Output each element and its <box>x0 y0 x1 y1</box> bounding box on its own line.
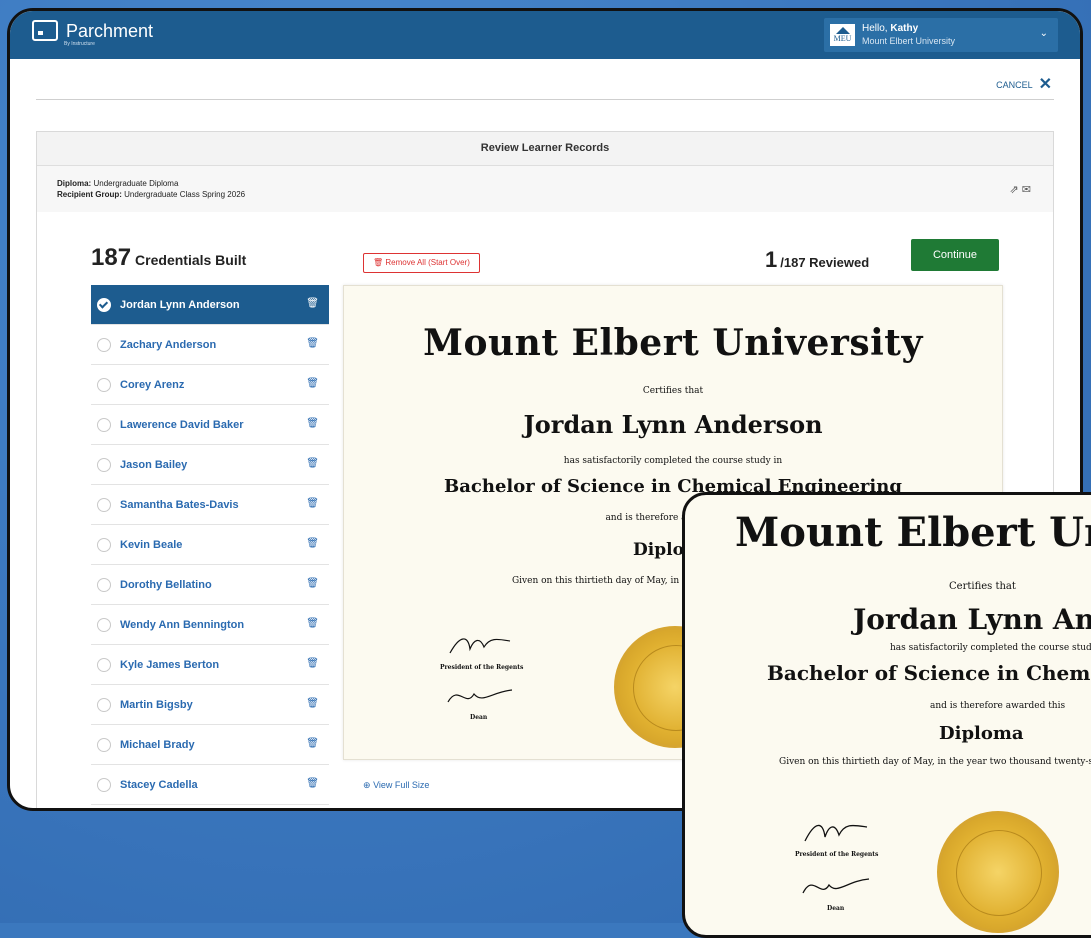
learner-name: Stacey Cadella <box>120 778 198 791</box>
zoom-icon: ⊕ <box>363 780 371 790</box>
learner-name: Kevin Beale <box>120 538 183 551</box>
zoom-completed: has satisfactorily completed the course … <box>890 643 1091 653</box>
learner-item[interactable]: Lawerence David Baker 🗑 <box>91 405 329 445</box>
zoom-given: Given on this thirtieth day of May, in t… <box>779 757 1091 767</box>
trash-icon[interactable]: 🗑 <box>306 418 319 429</box>
close-icon: ✕ <box>1038 76 1052 93</box>
trash-icon[interactable]: 🗑 <box>306 778 319 789</box>
trash-icon[interactable]: 🗑 <box>306 618 319 629</box>
dean-title: Dean <box>470 714 488 721</box>
radio-button[interactable] <box>97 577 111 592</box>
trash-icon[interactable]: 🗑 <box>306 458 319 469</box>
radio-button[interactable] <box>97 617 111 632</box>
reviewed-count: 1/187 Reviewed <box>765 247 870 272</box>
learner-name: Zachary Anderson <box>120 338 217 351</box>
trash-icon[interactable]: 🗑 <box>306 658 319 669</box>
radio-button[interactable] <box>97 537 111 552</box>
zoom-president-title: President of the Regents <box>795 851 879 858</box>
learner-item[interactable]: Jason Bailey 🗑 <box>91 445 329 485</box>
radio-button[interactable] <box>97 417 111 432</box>
learner-name: Wendy Ann Bennington <box>120 618 245 631</box>
radio-button[interactable] <box>97 377 111 392</box>
greeting: Hello, Kathy <box>862 23 919 34</box>
chevron-down-icon[interactable]: ⌄ <box>1040 28 1048 39</box>
zoom-type: Diploma <box>939 723 1024 744</box>
zoom-dean-signature <box>802 878 870 894</box>
continue-button[interactable]: Continue <box>911 239 999 271</box>
top-bar: Parchment By Instructure MEU Hello, Kath… <box>10 11 1080 59</box>
trash-icon[interactable]: 🗑 <box>306 738 319 749</box>
diploma-certifies: Certifies that <box>642 386 704 396</box>
learner-name: Michael Brady <box>120 738 195 751</box>
learner-name: Dorothy Bellatino <box>120 578 212 591</box>
trash-icon[interactable]: 🗑 <box>306 298 319 309</box>
radio-button[interactable] <box>97 337 111 352</box>
credential-meta: Diploma: Undergraduate Diploma Recipient… <box>37 166 1053 212</box>
learner-item[interactable]: Zachary Anderson 🗑 <box>91 325 329 365</box>
checkmark-icon[interactable] <box>97 297 111 312</box>
learner-name: Martin Bigsby <box>120 698 193 711</box>
learner-item[interactable]: Kyle James Berton 🗑 <box>91 645 329 685</box>
learner-name: Kyle James Berton <box>120 658 220 671</box>
learner-item[interactable]: Michael Brady 🗑 <box>91 725 329 765</box>
user-university: Mount Elbert University <box>862 36 956 46</box>
panel-title: Review Learner Records <box>37 132 1053 166</box>
learner-item[interactable]: Corey Arenz 🗑 <box>91 365 329 405</box>
zoom-president-signature <box>804 824 868 842</box>
mail-icon[interactable]: ✉ <box>1022 184 1031 196</box>
radio-button[interactable] <box>97 657 111 672</box>
brand-name: Parchment <box>66 20 154 41</box>
learner-name: Corey Arenz <box>120 378 185 391</box>
radio-button[interactable] <box>97 457 111 472</box>
president-title: President of the Regents <box>440 664 524 671</box>
president-signature <box>449 638 511 654</box>
parchment-logo[interactable]: Parchment By Instructure <box>32 20 154 47</box>
zoom-degree: Bachelor of Science in Chemical Engineer… <box>767 661 1091 685</box>
learner-name: Lawerence David Baker <box>120 418 244 431</box>
diploma-recipient: Jordan Lynn Anderson <box>523 410 823 439</box>
learner-item[interactable]: Wendy Ann Bennington 🗑 <box>91 605 329 645</box>
trash-icon: 🗑 <box>373 258 384 267</box>
learner-item[interactable]: Samantha Bates-Davis 🗑 <box>91 485 329 525</box>
learner-item[interactable]: Martin Bigsby 🗑 <box>91 685 329 725</box>
radio-button[interactable] <box>97 777 111 792</box>
learner-item[interactable]: Kevin Beale 🗑 <box>91 525 329 565</box>
brand-sub: By Instructure <box>64 41 95 47</box>
zoom-awarded: and is therefore awarded this <box>930 701 1066 711</box>
credentials-built: 187 Credentials Built <box>91 244 247 271</box>
remove-all-button[interactable]: 🗑 Remove All (Start Over) <box>363 253 480 273</box>
radio-button[interactable] <box>97 697 111 712</box>
zoom-certifies: Certifies that <box>949 581 1016 592</box>
diploma-zoom-overlay: Mount Elbert University Certifies that J… <box>682 492 1091 938</box>
radio-button[interactable] <box>97 497 111 512</box>
learner-item[interactable]: Stacey Cadella 🗑 <box>91 765 329 805</box>
cancel-button[interactable]: CANCEL ✕ <box>996 76 1052 93</box>
zoom-dean-title: Dean <box>827 905 845 912</box>
divider <box>36 99 1054 100</box>
learner-item[interactable]: Dorothy Bellatino 🗑 <box>91 565 329 605</box>
trash-icon[interactable]: 🗑 <box>306 538 319 549</box>
zoom-institution: Mount Elbert University <box>735 509 1091 556</box>
zoom-recipient: Jordan Lynn Anderson <box>853 603 1091 636</box>
zoom-university-seal <box>937 811 1059 933</box>
share-icon[interactable]: ⇗ <box>1010 184 1019 196</box>
learner-name: Jordan Lynn Anderson <box>120 298 240 311</box>
university-avatar: MEU <box>830 24 855 46</box>
trash-icon[interactable]: 🗑 <box>306 578 319 589</box>
radio-button[interactable] <box>97 737 111 752</box>
diploma-completed: has satisfactorily completed the course … <box>563 456 783 466</box>
trash-icon[interactable]: 🗑 <box>306 698 319 709</box>
dean-signature <box>447 689 513 703</box>
learner-list: Jordan Lynn Anderson 🗑 Zachary Anderson 🗑 Co… <box>91 285 329 805</box>
view-full-size-link[interactable]: ⊕ View Full Size <box>363 780 429 791</box>
user-menu[interactable]: MEU Hello, Kathy Mount Elbert University… <box>824 18 1058 52</box>
learner-name: Samantha Bates-Davis <box>120 498 239 511</box>
trash-icon[interactable]: 🗑 <box>306 338 319 349</box>
trash-icon[interactable]: 🗑 <box>306 378 319 389</box>
learner-name: Jason Bailey <box>120 458 188 471</box>
trash-icon[interactable]: 🗑 <box>306 498 319 509</box>
learner-item[interactable]: Jordan Lynn Anderson 🗑 <box>91 285 329 325</box>
parchment-logo-icon <box>32 20 58 41</box>
diploma-institution: Mount Elbert University <box>423 322 923 364</box>
